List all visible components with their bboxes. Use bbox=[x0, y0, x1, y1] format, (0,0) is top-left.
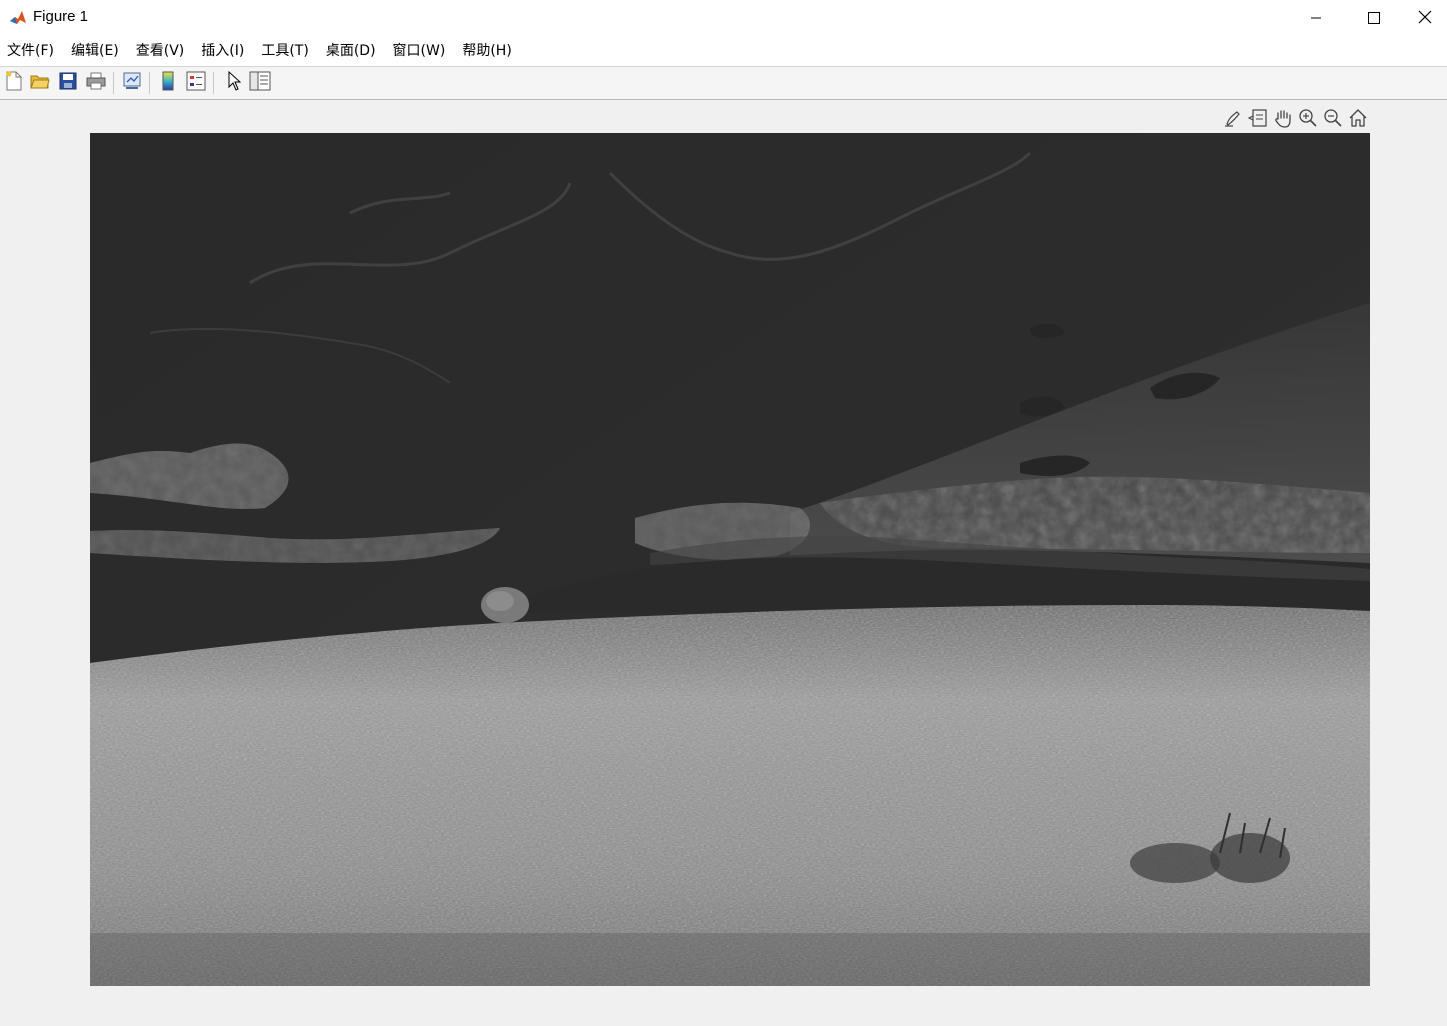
menu-help[interactable]: 帮助(H) bbox=[454, 36, 520, 66]
pan-button[interactable] bbox=[1270, 108, 1295, 132]
save-icon bbox=[59, 72, 77, 94]
zoom-out-button[interactable] bbox=[1320, 108, 1345, 132]
data-tips-icon bbox=[1247, 108, 1268, 132]
menu-window[interactable]: 窗口(W) bbox=[385, 36, 455, 66]
menu-edit[interactable]: 编辑(E) bbox=[63, 36, 128, 66]
minimize-icon bbox=[1310, 9, 1322, 28]
menu-insert[interactable]: 插入(I) bbox=[193, 36, 253, 66]
toolbar-divider bbox=[149, 72, 150, 94]
edit-plot-arrow-icon bbox=[227, 70, 242, 95]
figure-canvas bbox=[0, 100, 1447, 1026]
menu-bar: 文件(F) 编辑(E) 查看(V) 插入(I) 工具(T) 桌面(D) 窗口(W… bbox=[0, 36, 1447, 67]
restore-view-button[interactable] bbox=[1345, 108, 1370, 132]
print-button[interactable] bbox=[84, 71, 108, 95]
open-file-icon bbox=[30, 72, 50, 94]
pan-hand-icon bbox=[1273, 108, 1293, 132]
menu-tools[interactable]: 工具(T) bbox=[253, 36, 317, 66]
displayed-image[interactable] bbox=[90, 133, 1370, 986]
brush-button[interactable] bbox=[1220, 108, 1245, 132]
grayscale-landscape-image bbox=[90, 133, 1370, 986]
edit-plot-button[interactable] bbox=[222, 70, 246, 95]
new-figure-icon bbox=[5, 71, 23, 95]
maximize-icon bbox=[1368, 9, 1380, 28]
toolbar-divider bbox=[113, 72, 114, 94]
axes-toolbar bbox=[1220, 108, 1370, 132]
open-file-button[interactable] bbox=[28, 71, 52, 95]
close-button[interactable] bbox=[1403, 0, 1447, 36]
link-plot-icon bbox=[122, 71, 142, 95]
new-figure-button[interactable] bbox=[2, 71, 26, 95]
link-plot-button[interactable] bbox=[120, 71, 144, 95]
restore-view-home-icon bbox=[1348, 108, 1368, 132]
zoom-in-icon bbox=[1298, 108, 1318, 132]
matlab-icon bbox=[8, 8, 28, 28]
legend-icon bbox=[186, 71, 206, 95]
property-inspector-button[interactable] bbox=[248, 71, 272, 95]
zoom-in-button[interactable] bbox=[1295, 108, 1320, 132]
zoom-out-icon bbox=[1323, 108, 1343, 132]
window-title: Figure 1 bbox=[33, 8, 89, 25]
toolbar-divider bbox=[213, 72, 214, 94]
minimize-button[interactable] bbox=[1287, 0, 1345, 36]
menu-view[interactable]: 查看(V) bbox=[128, 36, 194, 66]
colorbar-button[interactable] bbox=[156, 71, 180, 95]
maximize-button[interactable] bbox=[1345, 0, 1403, 36]
property-inspector-icon bbox=[249, 71, 271, 95]
figure-toolbar bbox=[0, 67, 1447, 100]
brush-icon bbox=[1223, 108, 1243, 132]
title-bar: Figure 1 bbox=[0, 0, 1447, 36]
save-button[interactable] bbox=[56, 71, 80, 95]
legend-button[interactable] bbox=[184, 71, 208, 95]
data-tips-button[interactable] bbox=[1245, 108, 1270, 132]
colorbar-icon bbox=[161, 71, 175, 95]
print-icon bbox=[86, 72, 106, 94]
close-icon bbox=[1418, 9, 1432, 28]
menu-desktop[interactable]: 桌面(D) bbox=[318, 36, 385, 66]
menu-file[interactable]: 文件(F) bbox=[0, 36, 63, 66]
